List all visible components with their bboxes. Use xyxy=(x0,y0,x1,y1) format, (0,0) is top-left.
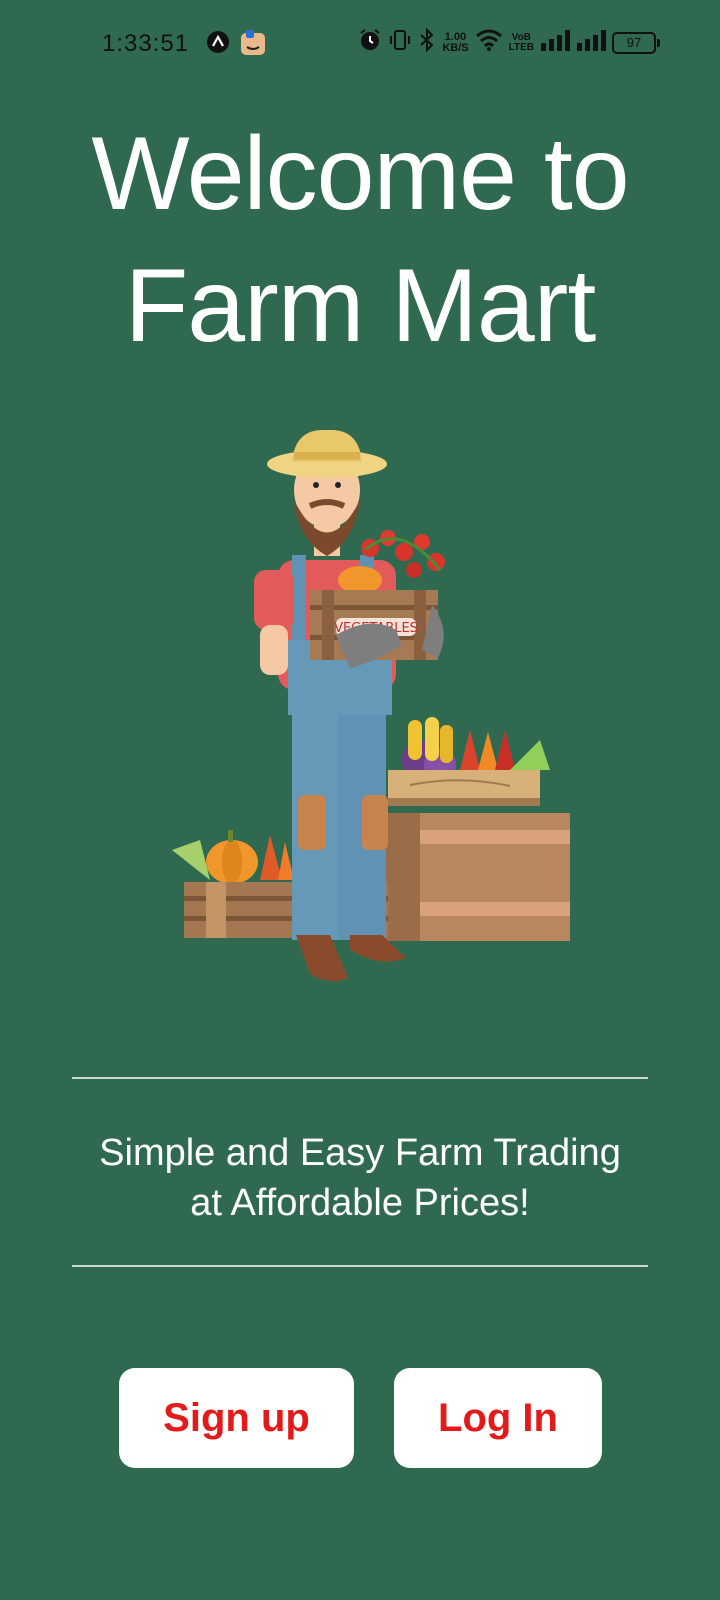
signup-button[interactable]: Sign up xyxy=(119,1368,354,1468)
volte-top: VoB xyxy=(511,31,531,43)
login-button[interactable]: Log In xyxy=(394,1368,602,1468)
shopping-app-icon xyxy=(240,30,266,61)
signal-icon-2 xyxy=(576,29,606,56)
status-left-icons xyxy=(206,30,266,61)
tagline-line-2: at Affordable Prices! xyxy=(190,1182,530,1224)
volte-indicator: VoB LTEB xyxy=(508,31,534,53)
vibrate-icon xyxy=(388,28,412,57)
status-bar: 1:33:51 1.00 KB/S VoB LTEB 97 xyxy=(0,0,720,92)
volte-bottom: LTEB xyxy=(508,41,534,53)
net-speed-unit: KB/S xyxy=(442,41,469,54)
net-speed-indicator: 1.00 KB/S xyxy=(442,30,469,54)
title-line-1: Welcome to xyxy=(91,116,629,232)
tagline-line-1: Simple and Easy Farm Trading xyxy=(99,1132,621,1174)
title-line-2: Farm Mart xyxy=(124,248,597,364)
wifi-icon xyxy=(475,28,503,57)
status-right-icons: 1.00 KB/S VoB LTEB 97 xyxy=(358,27,660,57)
signal-icon xyxy=(540,29,570,56)
battery-icon: 97 xyxy=(612,31,660,54)
tagline: Simple and Easy Farm Trading at Affordab… xyxy=(0,1128,720,1228)
status-time: 1:33:51 xyxy=(102,30,190,57)
page-title: Welcome to Farm Mart xyxy=(0,108,720,372)
alarm-icon xyxy=(358,28,382,57)
battery-level: 97 xyxy=(626,35,642,50)
divider-bottom xyxy=(72,1265,648,1267)
net-speed-value: 1.00 xyxy=(444,30,467,43)
app-notification-icon xyxy=(206,30,230,61)
divider-top xyxy=(72,1077,648,1079)
farmer-illustration: VEGETABLES xyxy=(172,430,570,982)
bluetooth-icon xyxy=(418,27,436,57)
